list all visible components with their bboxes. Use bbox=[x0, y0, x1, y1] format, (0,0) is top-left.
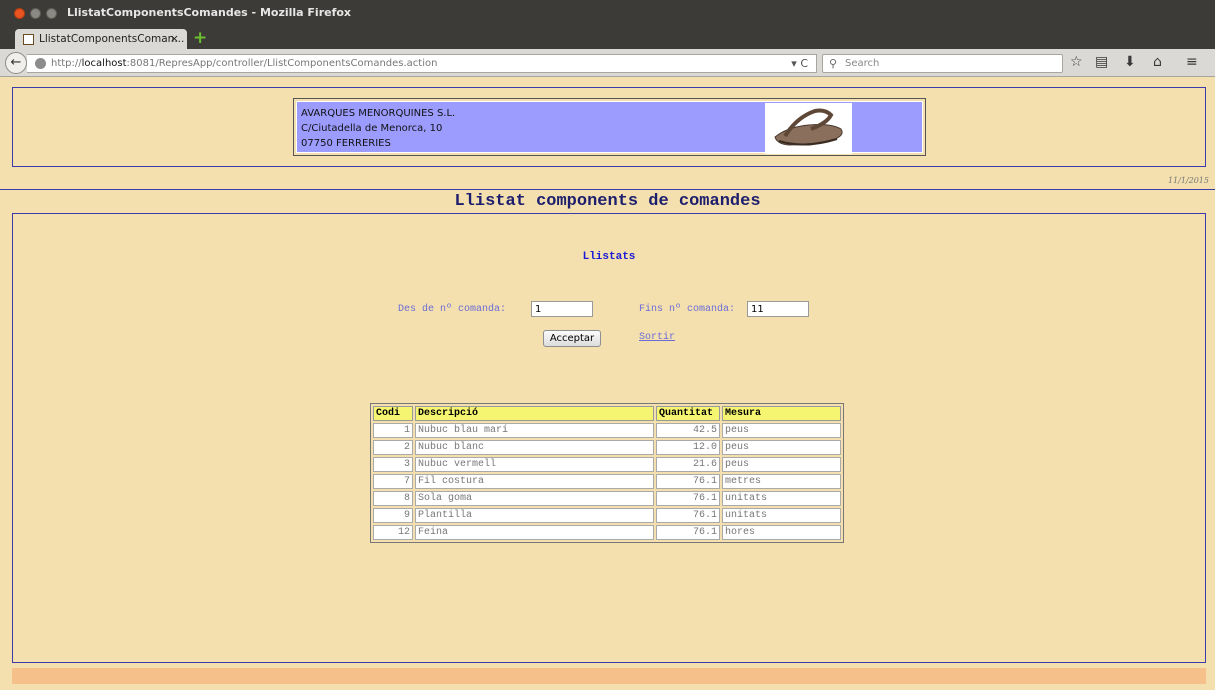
exit-link[interactable]: Sortir bbox=[639, 332, 675, 343]
navigation-toolbar: ← http://localhost:8081/RepresApp/contro… bbox=[0, 49, 1215, 77]
cell-quantitat: 76.1 bbox=[656, 508, 720, 523]
table-row: 7 Fil costura 76.1 metres bbox=[373, 474, 841, 489]
table-row: 9 Plantilla 76.1 unitats bbox=[373, 508, 841, 523]
cell-mesura: metres bbox=[722, 474, 841, 489]
url-bar[interactable]: http://localhost:8081/RepresApp/controll… bbox=[27, 54, 817, 73]
cell-descripcio: Sola goma bbox=[415, 491, 654, 506]
cell-quantitat: 42.5 bbox=[656, 423, 720, 438]
section-heading: Llistats bbox=[582, 251, 636, 263]
home-icon[interactable]: ⌂ bbox=[1153, 55, 1162, 69]
page-header: AVARQUES MENORQUINES S.L. C/Ciutadella d… bbox=[12, 87, 1206, 167]
to-order-label: Fins nº comanda: bbox=[639, 304, 736, 315]
downloads-icon[interactable]: ⬇ bbox=[1124, 55, 1136, 69]
components-table: Codi Descripció Quantitat Mesura 1 Nubuc… bbox=[370, 403, 844, 543]
search-icon: ⚲ bbox=[829, 57, 838, 70]
menu-icon[interactable]: ≡ bbox=[1186, 55, 1198, 69]
cell-mesura: unitats bbox=[722, 508, 841, 523]
cell-descripcio: Nubuc vermell bbox=[415, 457, 654, 472]
table-row: 12 Feina 76.1 hores bbox=[373, 525, 841, 540]
cell-quantitat: 76.1 bbox=[656, 525, 720, 540]
url-text: http://localhost:8081/RepresApp/controll… bbox=[51, 58, 437, 69]
company-info: AVARQUES MENORQUINES S.L. C/Ciutadella d… bbox=[301, 106, 455, 151]
cell-quantitat: 21.6 bbox=[656, 457, 720, 472]
back-button[interactable]: ← bbox=[5, 52, 27, 74]
company-city: 07750 FERRERIES bbox=[301, 138, 391, 149]
cell-codi: 9 bbox=[373, 508, 413, 523]
company-banner: AVARQUES MENORQUINES S.L. C/Ciutadella d… bbox=[293, 98, 926, 156]
tab-bar: LlistatComponentsComan... × + bbox=[0, 27, 1215, 49]
search-placeholder: Search bbox=[845, 58, 880, 69]
cell-codi: 8 bbox=[373, 491, 413, 506]
window-maximize-button[interactable] bbox=[46, 8, 57, 19]
column-header-descripcio: Descripció bbox=[415, 406, 654, 421]
reload-icon[interactable]: ▾ C bbox=[791, 57, 808, 70]
window-title: LlistatComponentsComandes - Mozilla Fire… bbox=[67, 6, 352, 19]
column-header-quantitat: Quantitat bbox=[656, 406, 720, 421]
sandal-image bbox=[765, 103, 852, 154]
url-prefix: http:// bbox=[51, 58, 82, 69]
tab-llistat-components[interactable]: LlistatComponentsComan... × bbox=[15, 29, 187, 49]
cell-mesura: hores bbox=[722, 525, 841, 540]
column-header-mesura: Mesura bbox=[722, 406, 841, 421]
tab-label: LlistatComponentsComan... bbox=[39, 33, 185, 45]
page-content: AVARQUES MENORQUINES S.L. C/Ciutadella d… bbox=[0, 78, 1215, 690]
table-header-row: Codi Descripció Quantitat Mesura bbox=[373, 406, 841, 421]
url-host: localhost bbox=[81, 58, 127, 69]
site-info-icon[interactable] bbox=[35, 58, 46, 69]
page-title: Llistat components de comandes bbox=[454, 192, 761, 211]
cell-mesura: peus bbox=[722, 440, 841, 455]
from-order-label: Des de nº comanda: bbox=[398, 304, 507, 315]
current-date: 11/1/2015 bbox=[1167, 176, 1209, 185]
to-order-input[interactable] bbox=[747, 301, 809, 317]
favicon-icon bbox=[23, 34, 34, 45]
cell-quantitat: 76.1 bbox=[656, 474, 720, 489]
url-path: :8081/RepresApp/controller/LlistComponen… bbox=[126, 58, 438, 69]
cell-codi: 1 bbox=[373, 423, 413, 438]
cell-descripcio: Plantilla bbox=[415, 508, 654, 523]
cell-codi: 12 bbox=[373, 525, 413, 540]
accept-button[interactable]: Acceptar bbox=[543, 330, 601, 347]
cell-descripcio: Nubuc blau marí bbox=[415, 423, 654, 438]
cell-descripcio: Fil costura bbox=[415, 474, 654, 489]
company-name: AVARQUES MENORQUINES S.L. bbox=[301, 108, 456, 119]
table-row: 8 Sola goma 76.1 unitats bbox=[373, 491, 841, 506]
search-input[interactable]: ⚲ Search bbox=[822, 54, 1063, 73]
cell-mesura: unitats bbox=[722, 491, 841, 506]
window-minimize-button[interactable] bbox=[30, 8, 41, 19]
cell-codi: 7 bbox=[373, 474, 413, 489]
back-arrow-icon: ← bbox=[10, 55, 22, 70]
cell-quantitat: 76.1 bbox=[656, 491, 720, 506]
cell-quantitat: 12.0 bbox=[656, 440, 720, 455]
footer-bar bbox=[12, 668, 1206, 684]
table-row: 3 Nubuc vermell 21.6 peus bbox=[373, 457, 841, 472]
company-address: C/Ciutadella de Menorca, 10 bbox=[301, 123, 443, 134]
from-order-input[interactable] bbox=[531, 301, 593, 317]
cell-codi: 3 bbox=[373, 457, 413, 472]
cell-codi: 2 bbox=[373, 440, 413, 455]
divider bbox=[0, 189, 1215, 190]
column-header-codi: Codi bbox=[373, 406, 413, 421]
new-tab-button[interactable]: + bbox=[193, 30, 207, 47]
window-close-button[interactable] bbox=[14, 8, 25, 19]
cell-descripcio: Nubuc blanc bbox=[415, 440, 654, 455]
company-banner-inner: AVARQUES MENORQUINES S.L. C/Ciutadella d… bbox=[296, 101, 923, 154]
cell-mesura: peus bbox=[722, 457, 841, 472]
cell-descripcio: Feina bbox=[415, 525, 654, 540]
tab-close-icon[interactable]: × bbox=[170, 32, 179, 45]
table-row: 1 Nubuc blau marí 42.5 peus bbox=[373, 423, 841, 438]
table-row: 2 Nubuc blanc 12.0 peus bbox=[373, 440, 841, 455]
window-title-bar: LlistatComponentsComandes - Mozilla Fire… bbox=[0, 0, 1215, 27]
cell-mesura: peus bbox=[722, 423, 841, 438]
main-panel: Llistats Des de nº comanda: Fins nº coma… bbox=[12, 213, 1206, 663]
bookmark-star-icon[interactable]: ☆ bbox=[1070, 55, 1083, 69]
reading-list-icon[interactable]: ▤ bbox=[1095, 55, 1108, 69]
